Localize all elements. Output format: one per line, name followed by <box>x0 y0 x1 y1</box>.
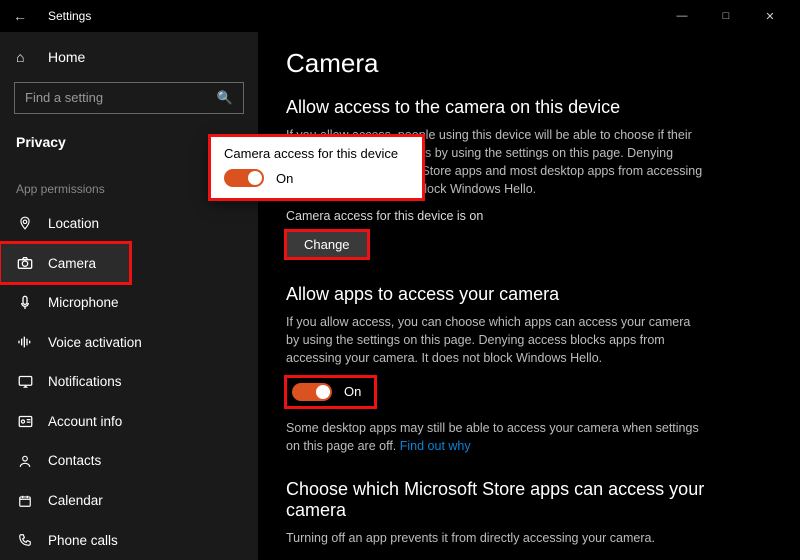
camera-access-popup: Camera access for this device On <box>210 136 423 199</box>
sidebar-item-camera[interactable]: Camera <box>0 243 130 283</box>
sidebar-item-label: Location <box>48 216 99 231</box>
sidebar-item-account-info[interactable]: Account info <box>0 402 258 442</box>
page-title: Camera <box>286 48 772 79</box>
maximize-button[interactable]: □ <box>704 0 748 32</box>
search-placeholder: Find a setting <box>25 90 103 105</box>
account-icon <box>16 415 34 428</box>
home-icon: ⌂ <box>16 49 34 65</box>
location-icon <box>16 216 34 230</box>
search-icon: 🔍 <box>217 90 233 106</box>
minimize-button[interactable]: ― <box>660 0 704 32</box>
allow-apps-toggle-label: On <box>344 384 361 399</box>
window-title: Settings <box>48 9 91 23</box>
sidebar-item-notifications[interactable]: Notifications <box>0 362 258 402</box>
section3-desc: Turning off an app prevents it from dire… <box>286 529 706 547</box>
sidebar-item-label: Account info <box>48 414 122 429</box>
sidebar-item-label: Calendar <box>48 493 103 508</box>
sidebar-item-label: Microphone <box>48 295 119 310</box>
sidebar-item-microphone[interactable]: Microphone <box>0 283 258 323</box>
sidebar-item-location[interactable]: Location <box>0 204 258 244</box>
section1-status: Camera access for this device is on <box>286 209 772 223</box>
section3-heading: Choose which Microsoft Store apps can ac… <box>286 479 706 521</box>
sidebar-home-label: Home <box>48 49 85 65</box>
allow-apps-toggle[interactable] <box>292 383 332 401</box>
close-button[interactable]: ✕ <box>748 0 792 32</box>
popup-toggle[interactable] <box>224 169 264 187</box>
microphone-icon <box>16 295 34 311</box>
sidebar-item-voice-activation[interactable]: Voice activation <box>0 322 258 362</box>
sidebar-item-label: Camera <box>48 256 96 271</box>
titlebar: ← Settings ― □ ✕ <box>0 0 800 32</box>
change-button[interactable]: Change <box>286 231 368 258</box>
popup-toggle-label: On <box>276 171 293 186</box>
search-input[interactable]: Find a setting 🔍 <box>14 82 244 114</box>
sidebar-item-calendar[interactable]: Calendar <box>0 481 258 521</box>
allow-apps-toggle-row: On <box>286 377 375 407</box>
voice-icon <box>16 335 34 349</box>
sidebar-item-label: Notifications <box>48 374 122 389</box>
section2-heading: Allow apps to access your camera <box>286 284 772 305</box>
sidebar-item-label: Phone calls <box>48 533 118 548</box>
sidebar-home[interactable]: ⌂ Home <box>0 38 258 76</box>
sidebar-item-label: Contacts <box>48 453 101 468</box>
section2-note: Some desktop apps may still be able to a… <box>286 419 706 455</box>
sidebar-item-contacts[interactable]: Contacts <box>0 441 258 481</box>
find-out-why-link[interactable]: Find out why <box>400 439 471 453</box>
sidebar-item-phone-calls[interactable]: Phone calls <box>0 520 258 560</box>
section1-heading: Allow access to the camera on this devic… <box>286 97 772 118</box>
phone-icon <box>16 533 34 547</box>
back-button[interactable]: ← <box>8 8 32 24</box>
sidebar: ⌂ Home Find a setting 🔍 Privacy App perm… <box>0 32 258 560</box>
calendar-icon <box>16 494 34 508</box>
section2-desc: If you allow access, you can choose whic… <box>286 313 706 367</box>
content-pane: Camera Allow access to the camera on thi… <box>258 32 800 560</box>
camera-icon <box>16 256 34 270</box>
notifications-icon <box>16 375 34 388</box>
popup-title: Camera access for this device <box>224 146 409 161</box>
contacts-icon <box>16 454 34 468</box>
sidebar-item-label: Voice activation <box>48 335 142 350</box>
